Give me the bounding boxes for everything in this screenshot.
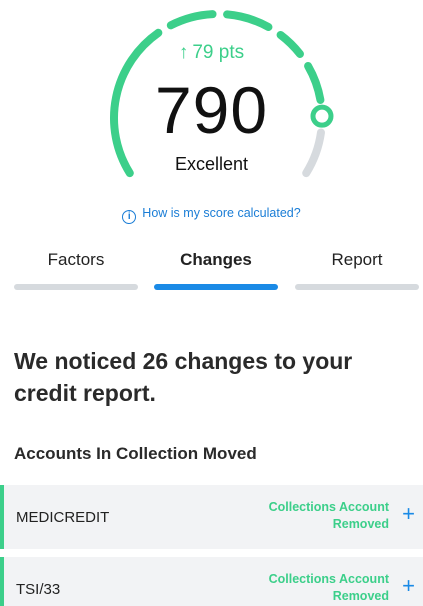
tab-bar: Factors Changes Report <box>14 248 419 290</box>
tab-indicator <box>295 284 419 290</box>
changes-headline: We noticed 26 changes to your credit rep… <box>14 348 353 406</box>
score-delta-label: 79 pts <box>192 42 245 63</box>
credit-score: 790 <box>154 73 269 147</box>
score-gauge: ↑ 79 pts 790 Excellent <box>0 0 423 200</box>
tab-factors[interactable]: Factors <box>14 248 138 290</box>
arrow-up-icon: ↑ <box>178 42 189 63</box>
account-name: TSI/33 <box>16 581 61 598</box>
tab-label: Report <box>331 250 383 269</box>
account-status: Collections Account Removed <box>239 499 389 533</box>
score-rating: Excellent <box>174 154 249 174</box>
status-line: Removed <box>332 589 389 603</box>
status-line: Collections Account <box>268 500 389 514</box>
score-help-link[interactable]: i How is my score calculated? <box>0 206 423 224</box>
account-row[interactable]: TSI/33 Collections Account Removed + <box>0 557 423 606</box>
tab-changes[interactable]: Changes <box>154 248 278 290</box>
score-help-label: How is my score calculated? <box>142 206 301 220</box>
tab-indicator <box>14 284 138 290</box>
plus-icon[interactable]: + <box>402 575 415 597</box>
tab-indicator <box>154 284 278 290</box>
info-icon: i <box>122 210 137 224</box>
gauge-segment <box>166 10 217 30</box>
account-name: MEDICREDIT <box>16 509 110 526</box>
tab-label: Factors <box>47 250 105 269</box>
plus-icon[interactable]: + <box>402 503 415 525</box>
section-title: Accounts In Collection Moved <box>14 444 257 463</box>
tab-label: Changes <box>180 250 252 269</box>
score-delta: ↑ 79 pts <box>0 42 423 64</box>
gauge-segment <box>223 10 273 32</box>
status-line: Collections Account <box>268 572 389 586</box>
account-status: Collections Account Removed <box>239 571 389 605</box>
status-line: Removed <box>332 517 389 531</box>
tab-report[interactable]: Report <box>295 248 419 290</box>
account-row[interactable]: MEDICREDIT Collections Account Removed + <box>0 485 423 549</box>
